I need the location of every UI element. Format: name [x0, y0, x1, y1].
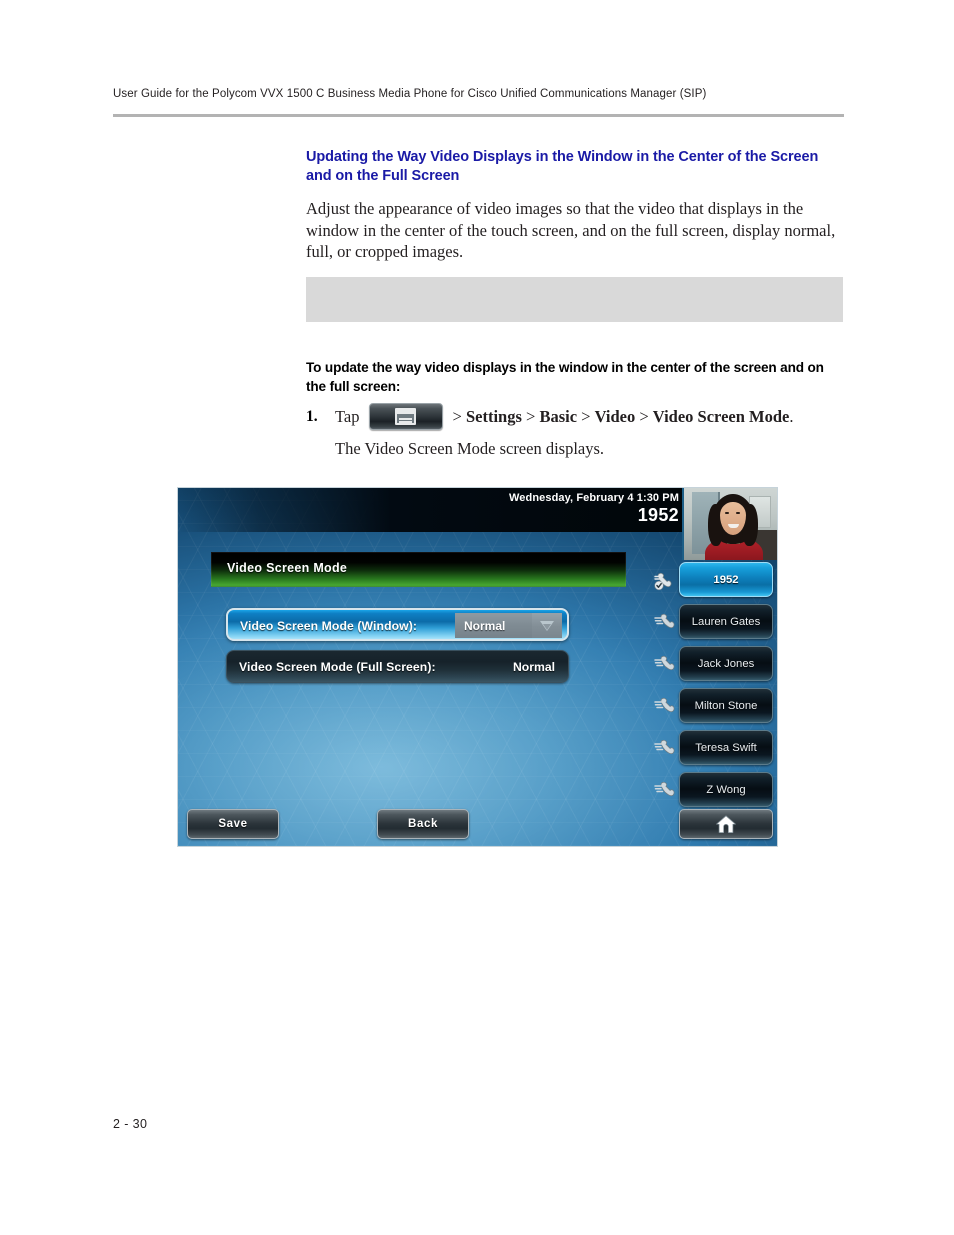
step-number: 1. [306, 407, 318, 425]
line-key-1952[interactable]: 1952 [654, 562, 773, 597]
breadcrumb-basic: Basic [539, 406, 578, 426]
breadcrumb-settings: Settings [465, 406, 522, 426]
handset-icon [654, 697, 675, 713]
handset-icon [654, 613, 675, 629]
note-box [306, 277, 843, 322]
line-key-z-wong[interactable]: Z Wong [654, 772, 773, 807]
setting-row-video-screen-mode-window[interactable]: Video Screen Mode (Window): Normal [226, 608, 569, 641]
breadcrumb-video: Video [594, 406, 636, 426]
breadcrumb-gt-1: > [452, 406, 466, 426]
header-divider-rule [113, 114, 844, 117]
line-key-label: Teresa Swift [695, 741, 757, 754]
menu-key-icon [368, 403, 443, 430]
setting-value-window[interactable]: Normal [455, 613, 532, 638]
breadcrumb-gt-2: > [521, 406, 540, 426]
page-number: 2 - 30 [113, 1117, 148, 1131]
line-key-list: 1952 Lauren Gates Jack Jones Milton Ston… [654, 562, 773, 814]
setting-value-full-screen: Normal [513, 660, 555, 674]
breadcrumb-gt-4: > [635, 406, 653, 426]
home-icon [716, 815, 736, 833]
back-softkey-label: Back [408, 818, 438, 830]
self-view-video-icon[interactable] [682, 488, 777, 560]
procedure-step-1: 1. Tap > Settings > Basic > Video > Vide… [306, 403, 851, 459]
step-row: 1. Tap > Settings > Basic > Video > Vide… [306, 403, 851, 430]
line-key-lauren-gates[interactable]: Lauren Gates [654, 604, 773, 639]
chevron-down-icon [540, 620, 554, 631]
running-header-text: User Guide for the Polycom VVX 1500 C Bu… [113, 88, 707, 100]
line-key-label: Jack Jones [697, 657, 755, 670]
video-person-eye-left [725, 512, 729, 514]
status-date-time: Wednesday, February 4 1:30 PM [509, 492, 679, 504]
setting-label-window: Video Screen Mode (Window): [240, 619, 418, 633]
breadcrumb-video-screen-mode: Video Screen Mode [652, 406, 790, 426]
menu-window-glyph [395, 408, 417, 425]
line-key-label: Z Wong [706, 783, 746, 796]
section-heading: Updating the Way Video Displays in the W… [306, 149, 819, 184]
dropdown-button-window[interactable] [532, 613, 562, 638]
line-key-label: 1952 [713, 573, 739, 586]
handset-icon [654, 739, 675, 755]
breadcrumb-gt-3: > [577, 406, 595, 426]
content-column: Updating the Way Video Displays in the W… [306, 148, 844, 263]
video-person-eye-right [736, 512, 740, 514]
handset-registered-icon [654, 572, 672, 591]
intro-paragraph: Adjust the appearance of video images so… [306, 199, 836, 261]
save-softkey-label: Save [218, 818, 248, 830]
line-key-teresa-swift[interactable]: Teresa Swift [654, 730, 773, 765]
back-softkey[interactable]: Back [377, 809, 469, 839]
handset-icon [654, 781, 675, 797]
breadcrumb-period: . [789, 406, 794, 426]
screen-title-bar: Video Screen Mode [211, 552, 626, 587]
home-softkey[interactable] [679, 809, 773, 839]
step-result-text: The Video Screen Mode screen displays. [335, 439, 605, 458]
line-key-label: Milton Stone [694, 699, 758, 712]
setting-label-full-screen: Video Screen Mode (Full Screen): [239, 660, 436, 674]
step-verb: Tap [335, 406, 360, 426]
status-extension: 1952 [637, 505, 679, 525]
line-key-milton-stone[interactable]: Milton Stone [654, 688, 773, 723]
handset-icon [654, 655, 675, 671]
step-breadcrumb: > Settings > Basic > Video > Video Scree… [453, 407, 794, 427]
screen-title-text: Video Screen Mode [227, 561, 348, 575]
task-instruction: To update the way video displays in the … [306, 360, 824, 394]
phone-screenshot: Wednesday, February 4 1:30 PM 1952 Video… [178, 488, 777, 846]
save-softkey[interactable]: Save [187, 809, 279, 839]
setting-value-window-text: Normal [464, 618, 506, 633]
line-key-label: Lauren Gates [691, 615, 761, 628]
setting-row-video-screen-mode-full-screen[interactable]: Video Screen Mode (Full Screen): Normal [226, 650, 569, 683]
line-key-jack-jones[interactable]: Jack Jones [654, 646, 773, 681]
phone-status-bar: Wednesday, February 4 1:30 PM 1952 [178, 488, 686, 532]
running-header: User Guide for the Polycom VVX 1500 C Bu… [113, 88, 844, 100]
